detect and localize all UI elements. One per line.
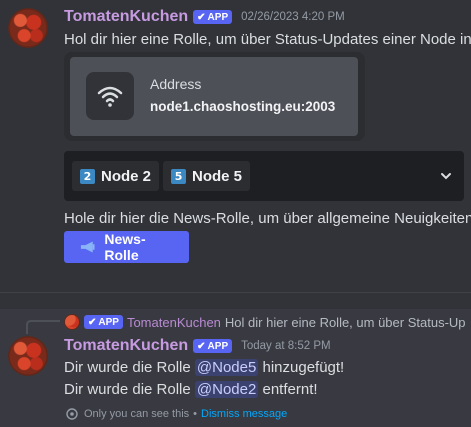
megaphone-icon [80, 241, 95, 253]
divider [0, 292, 471, 293]
ephemeral-note: Only you can see this • Dismiss message [64, 408, 287, 420]
reply-username[interactable]: TomatenKuchen [127, 315, 221, 330]
username[interactable]: TomatenKuchen [64, 8, 188, 26]
selected-chips: 2 Node 2 5 Node 5 [72, 161, 251, 191]
reply-preview[interactable]: ✔ APP TomatenKuchen Hol dir hier eine Ro… [64, 313, 466, 331]
app-badge: ✔ APP [193, 10, 233, 24]
reply-text: Hol dir hier eine Rolle, um über Status-… [224, 314, 466, 330]
check-icon: ✔ [197, 340, 206, 352]
embed-container: Address node1.chaoshosting.eu:2003 [64, 52, 365, 141]
message-line-1: Dir wurde die Rolle @Node5 hinzugefügt! [64, 359, 344, 376]
reply-avatar [64, 314, 80, 330]
separator: • [193, 408, 198, 420]
message-header: TomatenKuchen ✔ APP Today at 8:52 PM [64, 336, 331, 356]
message-text-2: Hole dir hier die News-Rolle, um über al… [64, 210, 471, 227]
news-role-label: News-Rolle [104, 231, 146, 263]
app-badge-label: APP [207, 340, 229, 352]
keycap-2-icon: 2 [80, 168, 95, 184]
address-card: Address node1.chaoshosting.eu:2003 [70, 57, 358, 136]
check-icon: ✔ [197, 11, 206, 23]
line-text: hinzugefügt! [258, 359, 345, 376]
address-value: node1.chaoshosting.eu:2003 [150, 99, 336, 114]
chip-label: Node 5 [192, 167, 243, 185]
app-badge-label: APP [207, 11, 229, 23]
check-icon: ✔ [88, 316, 97, 328]
message-header: TomatenKuchen ✔ APP 02/26/2023 4:20 PM [64, 7, 345, 27]
role-select[interactable]: 2 Node 2 5 Node 5 [64, 151, 464, 201]
avatar[interactable] [8, 336, 48, 376]
line-text: entfernt! [258, 381, 318, 398]
role-mention[interactable]: @Node2 [194, 381, 259, 398]
avatar[interactable] [8, 8, 48, 48]
reply-spine [26, 320, 60, 334]
app-badge: ✔ APP [84, 315, 123, 329]
line-text: Dir wurde die Rolle [64, 381, 195, 398]
role-mention[interactable]: @Node5 [194, 359, 259, 376]
eye-icon [66, 408, 78, 420]
timestamp: Today at 8:52 PM [241, 340, 331, 352]
chevron-down-icon[interactable] [440, 171, 452, 181]
chip-node-5[interactable]: 5 Node 5 [163, 161, 251, 191]
chip-label: Node 2 [101, 167, 152, 185]
line-text: Dir wurde die Rolle [64, 359, 195, 376]
app-badge-label: APP [98, 316, 119, 328]
ephemeral-text: Only you can see this [84, 408, 190, 420]
timestamp: 02/26/2023 4:20 PM [241, 11, 345, 23]
keycap-5-icon: 5 [171, 168, 187, 184]
app-badge: ✔ APP [193, 339, 233, 353]
message-line-2: Dir wurde die Rolle @Node2 entfernt! [64, 381, 318, 398]
wifi-icon [97, 86, 123, 107]
dismiss-link[interactable]: Dismiss message [201, 408, 287, 420]
address-label: Address [150, 76, 202, 92]
chip-node-2[interactable]: 2 Node 2 [72, 161, 160, 191]
username[interactable]: TomatenKuchen [64, 337, 188, 355]
news-role-button[interactable]: News-Rolle [64, 231, 189, 263]
wifi-icon-box [86, 72, 134, 120]
message-text: Hol dir hier eine Rolle, um über Status-… [64, 31, 471, 48]
